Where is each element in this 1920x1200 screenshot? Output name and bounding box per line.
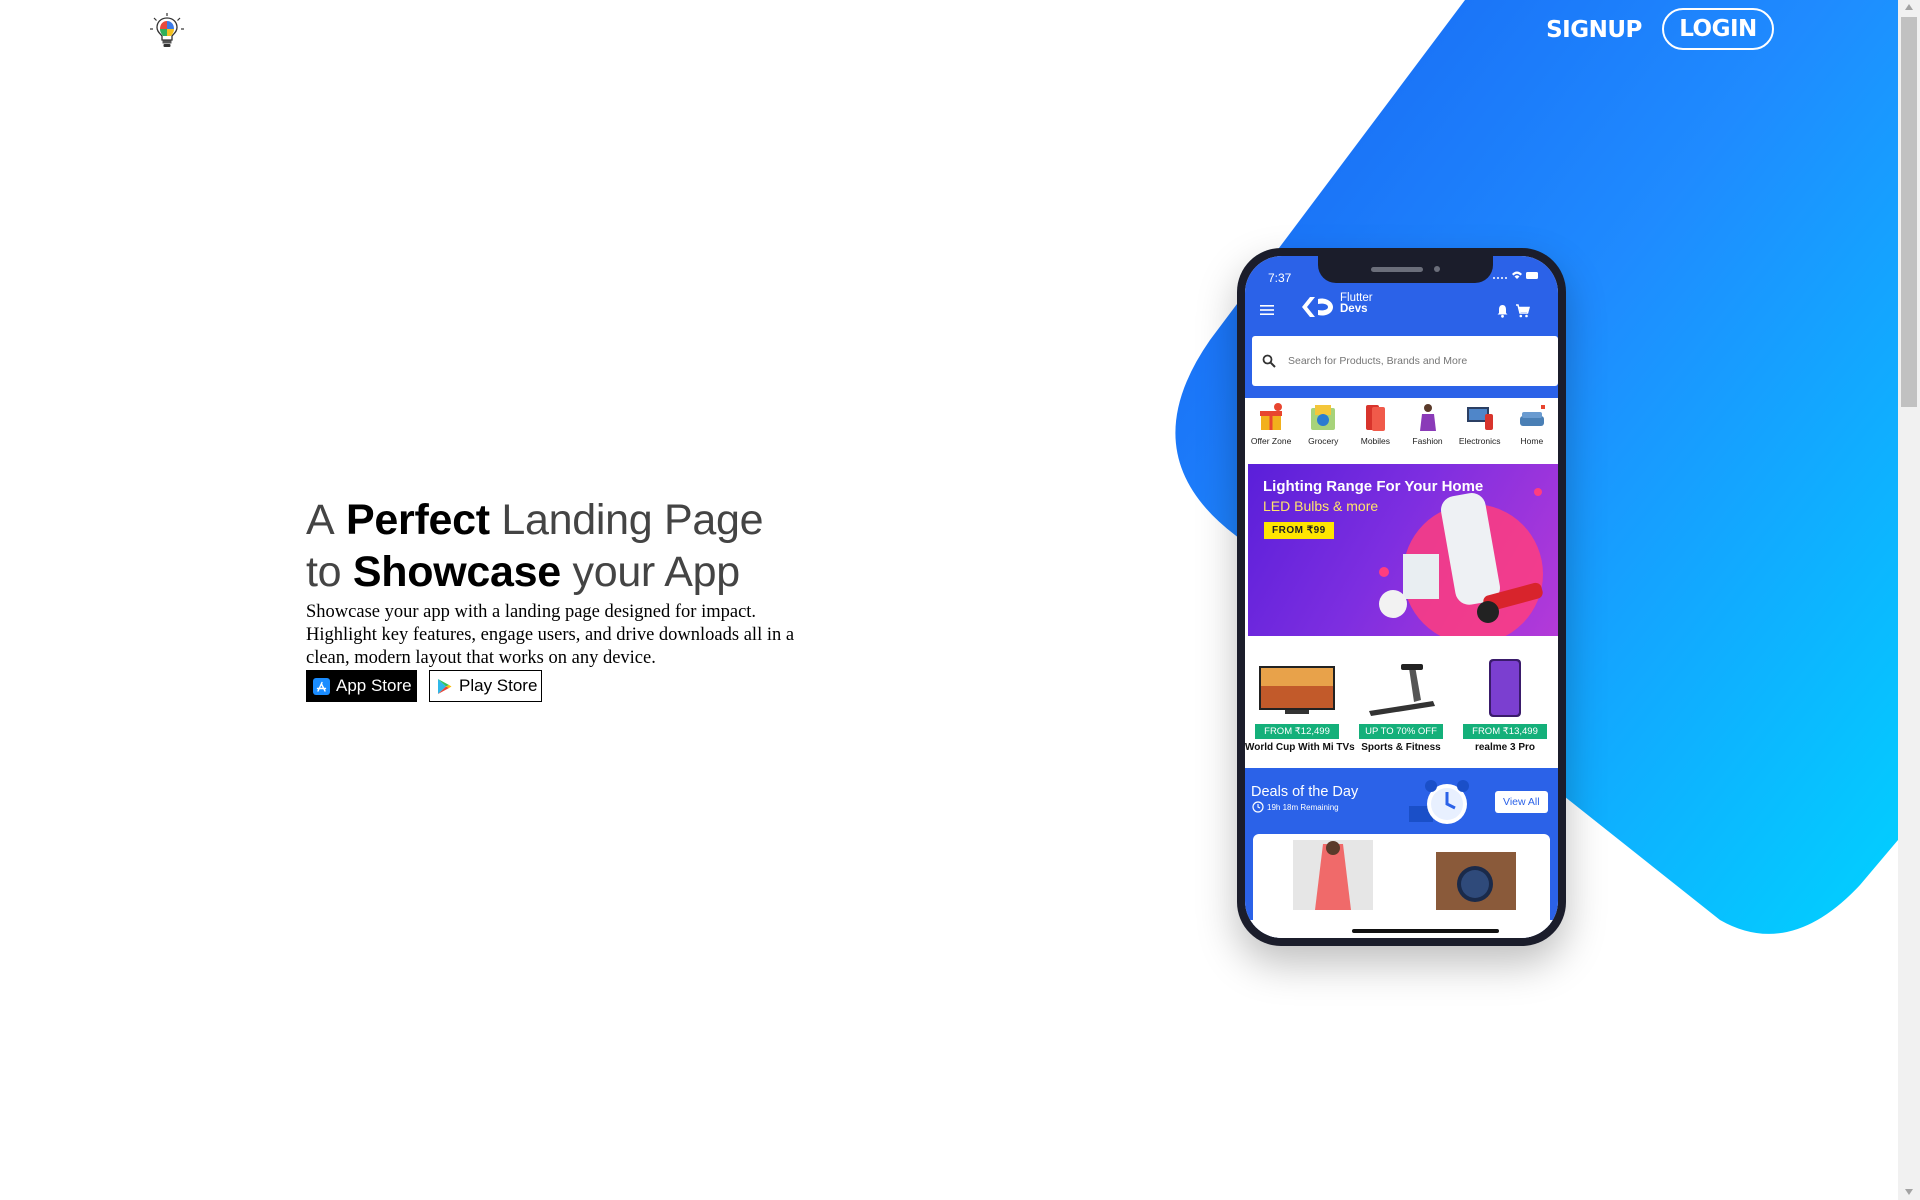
scroll-up-arrow-icon[interactable]	[1905, 4, 1913, 10]
clock-icon	[1252, 801, 1264, 813]
scroll-down-arrow-icon[interactable]	[1905, 1189, 1913, 1195]
promo-name: World Cup With Mi TVs	[1245, 742, 1355, 753]
category-label: Fashion	[1412, 436, 1443, 446]
brand-line-2: Devs	[1340, 303, 1368, 315]
title-word: to	[306, 548, 342, 596]
scrollbar-thumb[interactable]	[1901, 17, 1917, 407]
play-store-button[interactable]: Play Store	[429, 670, 542, 702]
title-word: A	[306, 496, 335, 544]
category-label: Mobiles	[1360, 436, 1391, 446]
smartphone-image	[1489, 659, 1521, 717]
title-word: your App	[572, 548, 741, 596]
phone-screen: 7:37 Flutter Devs Search for Products, B…	[1245, 256, 1558, 938]
search-icon	[1262, 354, 1276, 368]
deals-remaining: 19h 18m Remaining	[1267, 803, 1339, 812]
promo-name: realme 3 Pro	[1474, 742, 1536, 753]
app-search-bar[interactable]	[1252, 336, 1558, 386]
app-store-icon	[313, 677, 330, 695]
title-word: Landing Page	[501, 496, 764, 544]
promo-card[interactable]: FROM ₹12,499 World Cup With Mi TVs	[1245, 646, 1355, 758]
brand-name: Flutter Devs	[1340, 292, 1373, 315]
electronics-icon	[1466, 407, 1493, 430]
alarm-clock-icon	[1409, 780, 1469, 824]
fashion-icon	[1419, 404, 1436, 431]
hero-title-line-2: to Showcase your App	[306, 546, 866, 598]
category-label: Offer Zone	[1250, 436, 1292, 446]
bell-icon[interactable]	[1496, 304, 1509, 318]
category-electronics[interactable]: Electronics	[1454, 402, 1506, 458]
status-icons	[1493, 271, 1538, 279]
category-row: Offer Zone Grocery Mobiles Fashion Elect…	[1245, 402, 1558, 458]
promo-card[interactable]: UP TO 70% OFF Sports & Fitness	[1349, 646, 1453, 758]
signup-link[interactable]: SIGNUP	[1542, 10, 1646, 50]
play-store-icon	[438, 678, 452, 694]
app-store-label: App Store	[336, 676, 412, 695]
play-store-label: Play Store	[459, 676, 538, 695]
title-bold-word: Perfect	[346, 496, 490, 544]
hero-title: A Perfect Landing Page to Showcase your …	[306, 494, 866, 598]
phone-notch	[1318, 256, 1493, 283]
phone-mockup: 7:37 Flutter Devs Search for Products, B…	[1237, 248, 1566, 946]
title-bold-word: Showcase	[352, 548, 561, 596]
mobile-phone-icon	[1366, 405, 1386, 431]
view-all-button[interactable]: View All	[1495, 791, 1548, 813]
promo-banner[interactable]: Lighting Range For Your Home LED Bulbs &…	[1248, 464, 1558, 636]
status-time: 7:37	[1268, 271, 1292, 285]
promo-tag: FROM ₹12,499	[1255, 724, 1339, 739]
login-button[interactable]: LOGIN	[1662, 8, 1774, 50]
cart-icon[interactable]	[1515, 304, 1530, 318]
banner-title: Lighting Range For Your Home	[1263, 478, 1484, 495]
banner-subtitle: LED Bulbs & more	[1263, 498, 1379, 514]
app-store-button[interactable]: App Store	[306, 670, 417, 702]
hero-background-shape	[1175, 0, 1898, 934]
home-indicator	[1352, 929, 1499, 933]
category-label: Grocery	[1308, 436, 1339, 446]
treadmill-image	[1369, 664, 1435, 716]
promo-name: Sports & Fitness	[1361, 742, 1441, 753]
search-input[interactable]	[1286, 354, 1530, 368]
hero-description: Showcase your app with a landing page de…	[306, 602, 795, 668]
hero-title-line-1: A Perfect Landing Page	[306, 494, 866, 546]
menu-icon[interactable]	[1259, 303, 1275, 317]
banner-price-badge: FROM ₹99	[1264, 522, 1334, 539]
promo-row: FROM ₹12,499 World Cup With Mi TVs UP TO…	[1245, 646, 1558, 758]
category-label: Electronics	[1458, 436, 1501, 446]
scrollbar[interactable]	[1898, 0, 1920, 1200]
category-home[interactable]: Home	[1506, 402, 1558, 458]
category-mobiles[interactable]: Mobiles	[1349, 402, 1401, 458]
landing-page: SIGNUP LOGIN A Perfect Landing Page to S…	[0, 0, 1898, 1200]
category-grocery[interactable]: Grocery	[1297, 402, 1349, 458]
promo-card[interactable]: FROM ₹13,499 realme 3 Pro	[1453, 646, 1557, 758]
home-furniture-icon	[1519, 405, 1545, 426]
tv-image	[1259, 666, 1335, 714]
promo-tag: FROM ₹13,499	[1463, 724, 1547, 739]
grocery-icon	[1311, 405, 1336, 430]
category-offer-zone[interactable]: Offer Zone	[1245, 402, 1297, 458]
flutter-devs-logo-icon	[1302, 297, 1333, 317]
deals-title: Deals of the Day	[1251, 784, 1359, 800]
promo-tag: UP TO 70% OFF	[1359, 724, 1443, 739]
deals-section: Deals of the Day 19h 18m Remaining View …	[1245, 768, 1558, 938]
lightbulb-icon[interactable]	[149, 12, 185, 50]
category-fashion[interactable]: Fashion	[1402, 402, 1454, 458]
category-label: Home	[1520, 436, 1544, 446]
offer-zone-icon	[1260, 403, 1283, 430]
